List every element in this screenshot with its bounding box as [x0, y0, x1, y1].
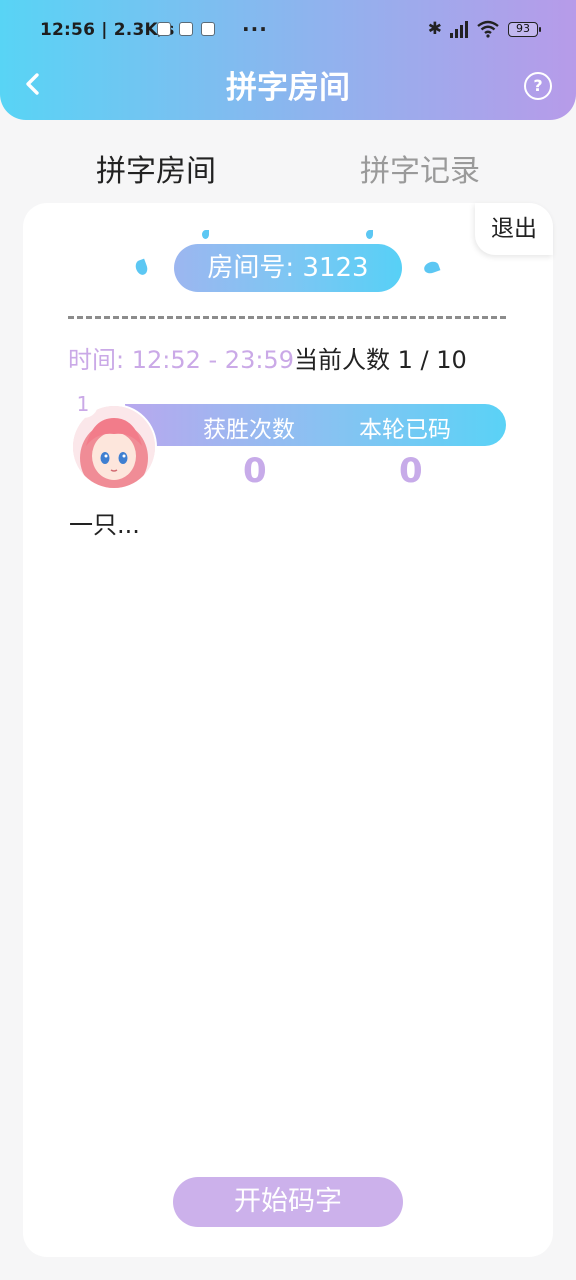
- start-typing-button[interactable]: 开始码字: [173, 1177, 403, 1227]
- droplet-decoration-icon: [202, 230, 209, 239]
- tab-record[interactable]: 拼字记录: [360, 146, 480, 190]
- droplet-decoration-icon: [366, 230, 373, 239]
- shield-notification-icon: [179, 22, 193, 36]
- rank-badge: 1: [68, 390, 98, 418]
- round-count-label: 本轮已码: [359, 417, 451, 443]
- divider: [68, 316, 506, 319]
- wifi-icon: [477, 20, 499, 38]
- app-notification-icon: [157, 22, 171, 36]
- status-bar: 12:56 | 2.3K/s ··· ✱ 93: [0, 0, 576, 64]
- battery-icon: 93: [508, 21, 541, 37]
- player-count: 当前人数 1 / 10: [293, 346, 467, 374]
- exit-button[interactable]: 退出: [475, 203, 553, 255]
- tab-room[interactable]: 拼字房间: [96, 146, 216, 190]
- player-name: 一只...: [69, 511, 140, 539]
- page-title: 拼字房间: [226, 70, 350, 106]
- help-icon[interactable]: ?: [524, 72, 552, 100]
- round-count-value: 0: [399, 451, 423, 491]
- player-stats-bar: 获胜次数 本轮已码: [125, 404, 506, 446]
- droplet-decoration-icon: [422, 259, 441, 276]
- signal-icon: [450, 20, 468, 38]
- room-info-line: 时间: 12:52 - 23:59当前人数 1 / 10: [68, 340, 508, 375]
- status-time: 12:56 | 2.3K/s: [40, 20, 175, 40]
- room-time-range: 时间: 12:52 - 23:59: [68, 346, 294, 374]
- wins-label: 获胜次数: [203, 417, 295, 443]
- app-header: 12:56 | 2.3K/s ··· ✱ 93 拼字房间 ?: [0, 0, 576, 120]
- room-card: 退出 房间号: 3123 时间: 12:52 - 23:59当前人数 1 / 1…: [23, 203, 553, 1257]
- avatar-image: [73, 406, 155, 488]
- droplet-decoration-icon: [133, 258, 150, 277]
- status-right-icons: ✱ 93: [427, 19, 541, 39]
- more-notifications-icon: ···: [242, 17, 268, 41]
- status-notification-icons: [157, 22, 215, 36]
- room-number-badge: 房间号: 3123: [174, 244, 402, 292]
- wins-value: 0: [243, 451, 267, 491]
- bluetooth-icon: ✱: [427, 19, 442, 39]
- shield-notification-icon: [201, 22, 215, 36]
